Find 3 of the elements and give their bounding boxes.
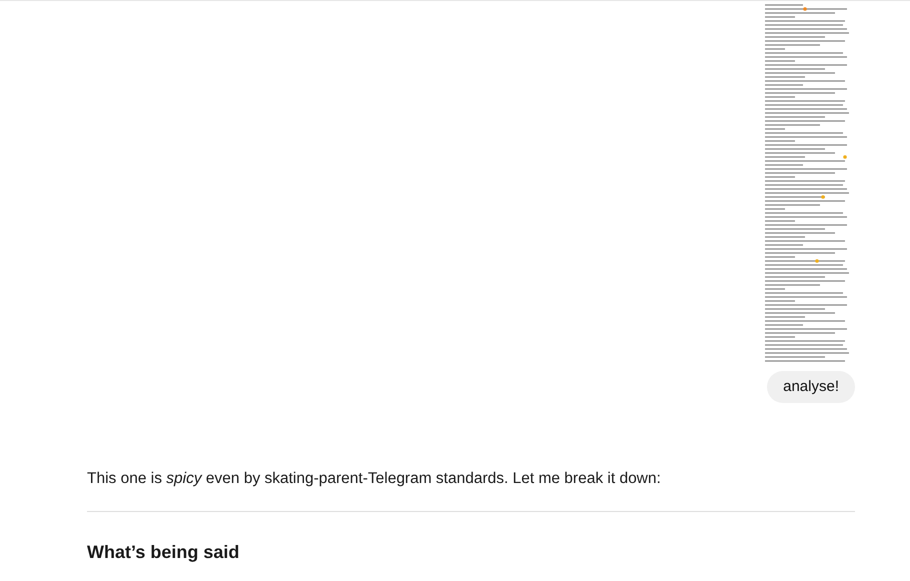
reply-paragraph: This one is spicy even by skating-parent-Telegram standards. Let me break it down: [87, 469, 662, 489]
user-message: analyse! [767, 371, 855, 403]
section-heading: What’s being said [87, 542, 240, 564]
